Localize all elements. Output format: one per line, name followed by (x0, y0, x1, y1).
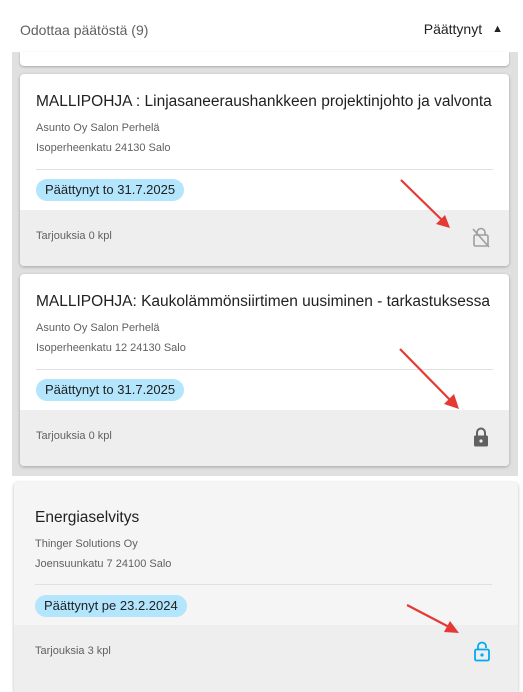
tender-card[interactable]: MALLIPOHJA : Linjasaneeraushankkeen proj… (20, 74, 509, 266)
status-chip: Päättynyt to 31.7.2025 (36, 179, 185, 201)
card-address: Joensuunkatu 7 24100 Salo (35, 558, 172, 570)
card-organization: Asunto Oy Salon Perhelä (36, 122, 160, 134)
tender-card[interactable]: MALLIPOHJA: Kaukolämmönsiirtimen uusimin… (20, 274, 509, 466)
offers-count: Tarjouksia 0 kpl (36, 430, 112, 442)
card-footer: Tarjouksia 3 kpl (14, 625, 518, 692)
status-chip: Päättynyt to 31.7.2025 (36, 379, 185, 401)
lock-icon[interactable] (471, 426, 491, 448)
card-address: Isoperheenkatu 12 24130 Salo (36, 342, 186, 354)
card-title: MALLIPOHJA : Linjasaneeraushankkeen proj… (36, 93, 492, 110)
pending-count-label[interactable]: Odottaa päätöstä (9) (20, 22, 148, 38)
card-title: Energiaselvitys (35, 509, 140, 526)
offers-count: Tarjouksia 0 kpl (36, 230, 112, 242)
tender-card[interactable]: Energiaselvitys Thinger Solutions Oy Joe… (14, 482, 518, 692)
list-header: Odottaa päätöstä (9) Päättynyt ▲ (0, 0, 523, 52)
ended-label: Päättynyt (423, 21, 483, 37)
card-divider (35, 584, 492, 585)
card-organization: Thinger Solutions Oy (35, 538, 138, 550)
previous-card-edge (20, 52, 509, 66)
card-divider (36, 369, 493, 370)
card-footer: Tarjouksia 0 kpl (20, 210, 509, 266)
offers-count: Tarjouksia 3 kpl (35, 645, 111, 657)
caret-up-icon: ▲ (492, 23, 503, 35)
lock-open-icon[interactable] (472, 640, 492, 662)
status-chip: Päättynyt pe 23.2.2024 (35, 595, 187, 617)
card-address: Isoperheenkatu 24130 Salo (36, 142, 171, 154)
card-organization: Asunto Oy Salon Perhelä (36, 322, 160, 334)
ended-sort-toggle[interactable]: Päättynyt ▲ (424, 21, 503, 37)
card-title: MALLIPOHJA: Kaukolämmönsiirtimen uusimin… (36, 293, 490, 310)
lock-off-icon[interactable] (471, 226, 491, 248)
card-footer: Tarjouksia 0 kpl (20, 410, 509, 466)
card-divider (36, 169, 493, 170)
